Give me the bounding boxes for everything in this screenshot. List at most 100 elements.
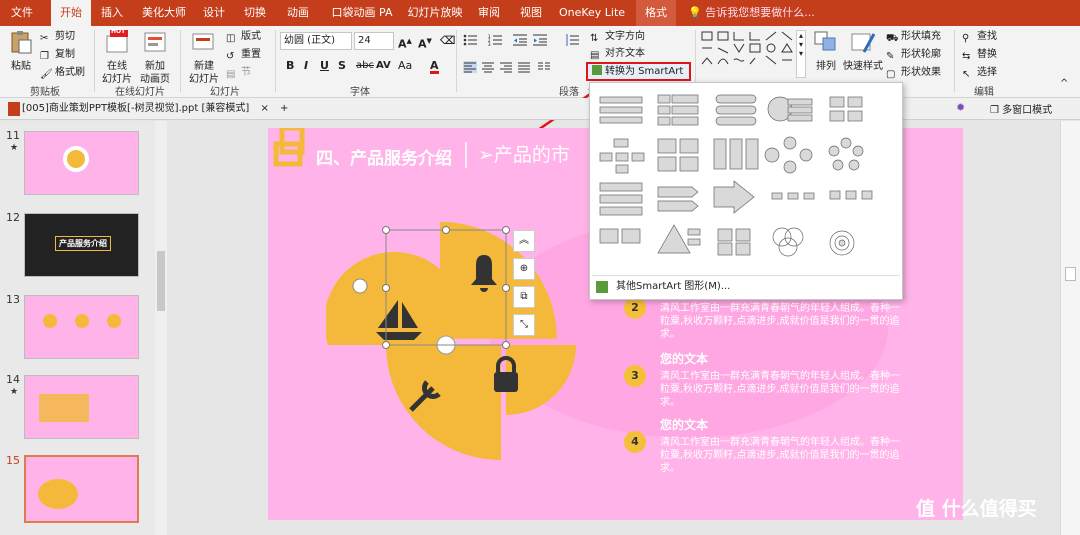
increase-indent-icon[interactable] [533,34,547,46]
find-button[interactable]: ⚲ 查找 [962,29,997,45]
shadow-button[interactable]: S [338,58,346,74]
grow-font-button[interactable]: A▲ [398,33,412,51]
cut-label: 剪切 [55,31,75,42]
slide-subtitle[interactable]: ➢产品的市 [478,140,570,167]
item-text[interactable]: 清风工作室由一群充满青春朝气的年轻人组成。春种一粒粟,秋收万颗籽,点滴进步,成就… [660,370,900,409]
shapes-gallery-scroll[interactable]: ▴ ▾ ▾ [796,30,806,78]
slide-thumbnail-13[interactable] [24,295,139,359]
scroll-thumb[interactable] [157,251,165,311]
align-right-icon[interactable] [499,61,513,73]
font-name-combo[interactable]: 幼圆 (正文) [280,32,352,50]
change-case-button[interactable]: Aa [398,58,412,74]
align-center-icon[interactable] [481,61,495,73]
tab-file[interactable]: 文件 [0,0,44,26]
align-left-icon[interactable] [463,61,477,73]
bold-button[interactable]: B [286,58,294,74]
font-size-combo[interactable]: 24 [354,32,394,50]
smartart-icon [592,65,602,75]
document-tab[interactable]: [005]商业策划PPT模板[-树灵视觉].ppt [兼容模式] × + [22,100,288,118]
item-number: 2 [624,297,646,319]
item-text[interactable]: 清风工作室由一群充满青春朝气的年轻人组成。春种一粒粟,秋收万颗籽,点滴进步,成就… [660,302,900,341]
slide-thumbnail-11[interactable] [24,131,139,195]
tab-pocket-anim[interactable]: 口袋动画 PA [326,0,398,26]
italic-button[interactable]: I [304,58,308,74]
tab-home[interactable]: 开始 [51,0,91,26]
close-icon[interactable]: × [260,103,268,114]
item-text[interactable]: 清风工作室由一群充满青春朝气的年轻人组成。春种一粒粟,秋收万颗籽,点滴进步,成就… [660,436,900,475]
tab-animations[interactable]: 动画 [280,0,316,26]
copy-button[interactable]: ❐ 复制 [40,47,75,63]
tab-design[interactable]: 设计 [196,0,232,26]
font-group-label: 字体 [350,87,370,98]
shapes-gallery[interactable] [700,30,800,78]
paste-button[interactable]: 粘贴 [6,30,36,73]
group-icon[interactable]: ⧉ [513,286,535,308]
strikethrough-button[interactable]: abc [356,58,374,74]
slide-thumbnail-pane: 11 ★ 12 产品服务介绍 13 14 ★ 15 [0,121,156,535]
replace-button[interactable]: ⇆ 替换 [962,47,997,63]
tab-insert[interactable]: 插入 [92,0,132,26]
slide-thumbnail-12[interactable]: 产品服务介绍 [24,213,139,277]
shape-effect-label: 形状效果 [901,67,941,78]
shape-effect-button[interactable]: ▢ 形状效果 [886,65,941,81]
tab-onekey[interactable]: OneKey Lite [557,0,627,26]
format-painter-button[interactable]: 🖌 格式刷 [40,65,85,81]
item-heading[interactable]: 您的文本 [660,416,708,433]
tab-view[interactable]: 视图 [516,0,546,26]
tab-format[interactable]: 格式 [636,0,676,26]
underline-button[interactable]: U [320,58,329,74]
quick-style-button[interactable]: 快速样式 [843,30,883,73]
line-spacing-icon[interactable] [565,34,579,46]
convert-to-smartart-button[interactable]: 转换为 SmartArt [586,62,691,81]
tab-transitions[interactable]: 切换 [237,0,273,26]
text-direction-button[interactable]: ⇅ 文字方向 [590,29,645,45]
section-button[interactable]: ▤ 节 [226,65,251,81]
char-spacing-button[interactable]: AV [376,58,391,74]
shrink-font-button[interactable]: A▼ [418,33,432,51]
tell-me-box[interactable]: 💡 告诉我您想要做什么... [688,0,815,26]
tab-beautify[interactable]: 美化大师 [136,0,192,26]
petal-wrench[interactable] [386,345,501,460]
other-smartart-menu-item[interactable]: 其他SmartArt 图形(M)... [592,275,900,297]
thumbnail-petals [38,479,78,509]
cut-button[interactable]: ✂ 剪切 [40,29,75,45]
new-slide-button[interactable]: 新建 幻灯片 [186,30,222,86]
new-tab-icon[interactable]: + [280,103,288,114]
rotate-handle-icon[interactable] [352,278,368,294]
tab-review[interactable]: 审阅 [474,0,504,26]
clear-format-button[interactable]: ⌫ [440,33,456,49]
shape-fill-button[interactable]: ⛟ 形状填充 [886,29,941,45]
petal-diagram[interactable] [326,220,576,460]
editor-scrollbar[interactable] [1060,121,1080,535]
arrange-button[interactable]: 排列 [812,30,840,73]
petal-bell[interactable] [440,221,557,339]
align-text-button[interactable]: ▤ 对齐文本 [590,46,645,62]
layout-options-icon[interactable]: ︽ [513,230,535,252]
online-slides-button[interactable]: 在线 幻灯片 [100,30,134,86]
layout-button[interactable]: ◫ 版式 [226,29,261,45]
numbering-icon[interactable]: 123 [488,34,502,46]
reset-button[interactable]: ↺ 重置 [226,47,261,63]
align-icon[interactable]: ⊕ [513,258,535,280]
font-color-button[interactable]: A [430,58,439,74]
slide-title[interactable]: 四、产品服务介绍 [316,144,452,169]
shape-outline-button[interactable]: ✎ 形状轮廓 [886,47,941,63]
tab-slideshow[interactable]: 幻灯片放映 [403,0,467,26]
bullets-icon[interactable] [463,34,477,46]
justify-icon[interactable] [517,61,531,73]
columns-icon[interactable] [537,61,551,73]
slide-thumbnail-14[interactable] [24,375,139,439]
new-anim-page-button[interactable]: 新加 动画页 [137,30,173,86]
item-heading[interactable]: 您的文本 [660,350,708,367]
decrease-indent-icon[interactable] [513,34,527,46]
search-icon: ⚲ [962,33,970,44]
collapse-ribbon-icon[interactable]: ^ [1060,78,1068,89]
multi-window-button[interactable]: ❐ 多窗口模式 [990,101,1052,116]
animation-page-icon [144,32,166,52]
slide-thumbnail-15[interactable] [24,455,139,523]
settings-icon[interactable]: ✹ [956,101,965,114]
select-button[interactable]: ↖ 选择 [962,65,997,81]
scroll-thumb[interactable] [1065,267,1076,281]
resize-icon[interactable]: ⤡ [513,314,535,336]
thumbnail-scrollbar[interactable] [155,121,167,535]
